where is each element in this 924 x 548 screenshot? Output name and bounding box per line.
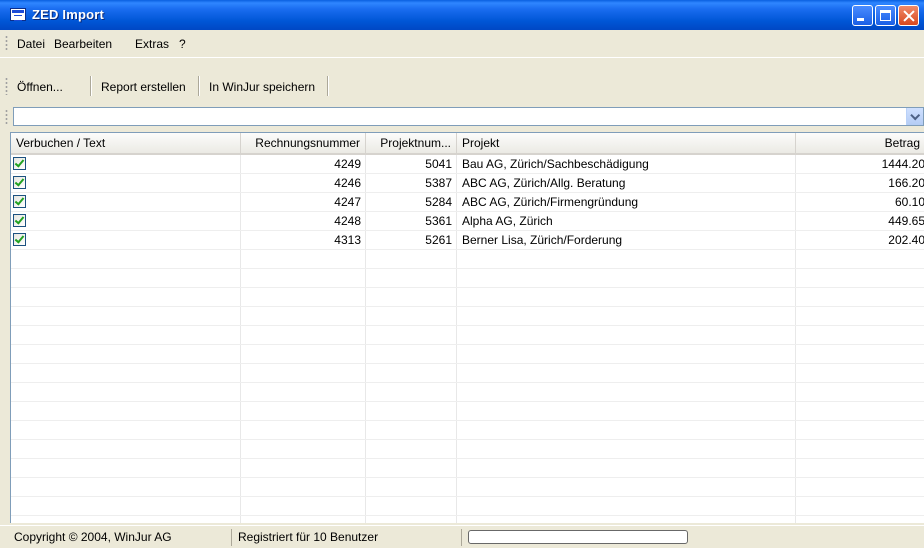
report-button[interactable]: Report erstellen (101, 80, 186, 94)
column-header-verbuchen[interactable]: Verbuchen / Text (11, 133, 241, 153)
menu-bearbeiten[interactable]: Bearbeiten (54, 37, 112, 51)
toolbar: Öffnen... Report erstellen In WinJur spe… (0, 70, 330, 102)
project-number-cell: 5284 (425, 195, 452, 209)
menu-help[interactable]: ? (179, 37, 186, 51)
row-divider (11, 401, 924, 402)
project-number-cell: 5361 (425, 214, 452, 228)
invoice-number-cell: 4249 (334, 157, 361, 171)
row-divider (11, 515, 924, 516)
verbuchen-checkbox[interactable] (13, 195, 26, 208)
status-license: Registriert für 10 Benutzer (232, 529, 462, 546)
row-divider (11, 496, 924, 497)
toolbar-separator (327, 76, 329, 96)
amount-cell: 166.20 (888, 176, 924, 190)
project-cell: Alpha AG, Zürich (462, 214, 553, 228)
toolbar-separator (198, 76, 200, 96)
project-number-cell: 5261 (425, 233, 452, 247)
row-divider (11, 363, 924, 364)
save-to-winjur-button[interactable]: In WinJur speichern (209, 80, 315, 94)
project-cell: ABC AG, Zürich/Allg. Beratung (462, 176, 626, 190)
combo-grip-icon[interactable] (5, 109, 8, 126)
table-row[interactable]: 4246 5387 ABC AG, Zürich/Allg. Beratung … (11, 174, 924, 192)
project-number-cell: 5387 (425, 176, 452, 190)
menu-bar: Datei Bearbeiten Extras ? (0, 30, 924, 58)
open-button[interactable]: Öffnen... (17, 80, 63, 94)
amount-cell: 60.10 (894, 195, 924, 209)
chevron-down-icon[interactable] (906, 108, 923, 125)
invoice-grid[interactable]: Verbuchen / Text Rechnungsnummer Projekt… (10, 132, 924, 523)
row-divider (11, 420, 924, 421)
menu-extras[interactable]: Extras (135, 37, 169, 51)
project-cell: Bau AG, Zürich/Sachbeschädigung (462, 157, 649, 171)
row-divider (11, 477, 924, 478)
close-button[interactable] (898, 5, 919, 26)
maximize-button[interactable] (875, 5, 896, 26)
toolbar-separator (90, 76, 92, 96)
amount-cell: 202.40 (888, 233, 924, 247)
table-row[interactable]: 4248 5361 Alpha AG, Zürich 449.65 (11, 212, 924, 230)
app-icon (10, 8, 26, 21)
verbuchen-checkbox[interactable] (13, 233, 26, 246)
minimize-button[interactable] (852, 5, 873, 26)
invoice-number-cell: 4247 (334, 195, 361, 209)
column-header-projekt[interactable]: Projekt (457, 133, 796, 153)
project-number-cell: 5041 (425, 157, 452, 171)
project-cell: Berner Lisa, Zürich/Forderung (462, 233, 623, 247)
table-row[interactable]: 4247 5284 ABC AG, Zürich/Firmengründung … (11, 193, 924, 211)
menu-datei[interactable]: Datei (17, 37, 45, 51)
status-bar: Copyright © 2004, WinJur AG Registriert … (0, 525, 924, 548)
invoice-number-cell: 4248 (334, 214, 361, 228)
column-header-projektnummer[interactable]: Projektnum... (366, 133, 457, 153)
progress-bar (468, 530, 688, 544)
grid-body: 4249 5041 Bau AG, Zürich/Sachbeschädigun… (11, 155, 924, 523)
verbuchen-checkbox[interactable] (13, 157, 26, 170)
row-divider (11, 325, 924, 326)
row-divider (11, 344, 924, 345)
app-window: ZED Import Datei Bearbeiten Extras ? Öff… (0, 0, 924, 548)
invoice-number-cell: 4246 (334, 176, 361, 190)
table-row[interactable]: 4313 5261 Berner Lisa, Zürich/Forderung … (11, 231, 924, 249)
window-title: ZED Import (32, 7, 105, 22)
row-divider (11, 382, 924, 383)
column-header-rechnungsnummer[interactable]: Rechnungsnummer (241, 133, 366, 153)
title-bar[interactable]: ZED Import (0, 0, 924, 30)
menu-grip-icon[interactable] (5, 35, 8, 52)
row-divider (11, 249, 924, 250)
column-header-betrag[interactable]: Betrag (796, 133, 924, 153)
verbuchen-checkbox[interactable] (13, 176, 26, 189)
verbuchen-checkbox[interactable] (13, 214, 26, 227)
row-divider (11, 458, 924, 459)
grid-header: Verbuchen / Text Rechnungsnummer Projekt… (11, 133, 924, 155)
status-copyright: Copyright © 2004, WinJur AG (8, 529, 232, 546)
invoice-number-cell: 4313 (334, 233, 361, 247)
row-divider (11, 268, 924, 269)
row-divider (11, 287, 924, 288)
row-divider (11, 439, 924, 440)
amount-cell: 449.65 (888, 214, 924, 228)
amount-cell: 1444.20 (881, 157, 924, 171)
combo-toolbar (0, 105, 924, 129)
project-cell: ABC AG, Zürich/Firmengründung (462, 195, 639, 209)
maximize-icon (880, 10, 891, 21)
row-divider (11, 306, 924, 307)
selection-combobox[interactable] (13, 107, 924, 126)
toolbar-grip-icon[interactable] (5, 77, 8, 95)
minimize-icon (857, 18, 864, 21)
table-row[interactable]: 4249 5041 Bau AG, Zürich/Sachbeschädigun… (11, 155, 924, 173)
